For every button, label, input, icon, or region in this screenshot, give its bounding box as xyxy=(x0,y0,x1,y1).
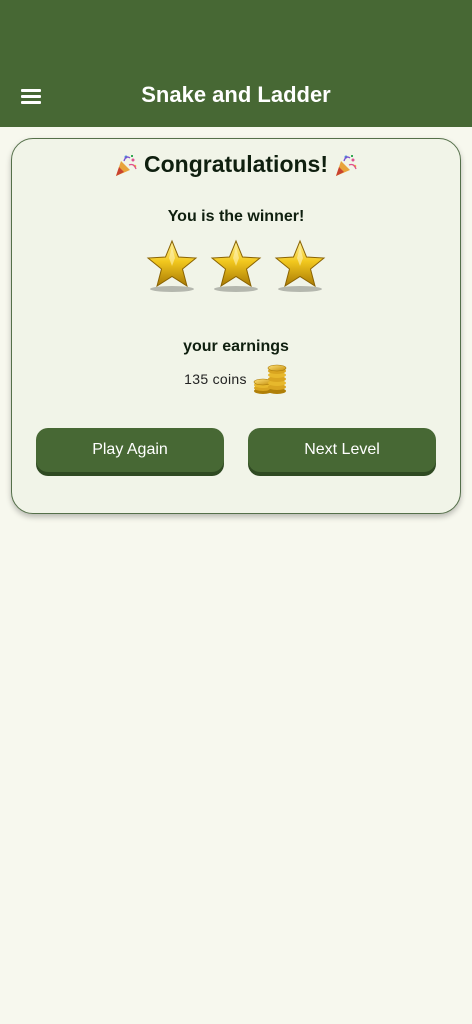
next-level-button[interactable]: Next Level xyxy=(248,428,436,472)
congrats-title: Congratulations! xyxy=(144,151,328,177)
party-popper-icon xyxy=(116,154,137,176)
result-card: Congratulations! You is the winner! your… xyxy=(11,138,461,514)
gold-star-icon xyxy=(274,239,326,292)
gold-coins-icon xyxy=(253,364,287,394)
earnings-label: your earnings xyxy=(183,338,289,355)
stars-rating xyxy=(12,239,460,293)
coins-amount: 135 coins xyxy=(184,371,247,387)
party-popper-icon xyxy=(336,154,357,176)
play-again-button[interactable]: Play Again xyxy=(36,428,224,472)
winner-text: You is the winner! xyxy=(167,208,305,225)
coins-row: 135 coins xyxy=(12,363,460,395)
app-bar: Snake and Ladder xyxy=(0,0,472,127)
congrats-header: Congratulations! xyxy=(12,151,460,178)
app-title: Snake and Ladder xyxy=(141,82,331,107)
gold-star-icon xyxy=(210,239,262,292)
gold-star-icon xyxy=(146,239,198,292)
